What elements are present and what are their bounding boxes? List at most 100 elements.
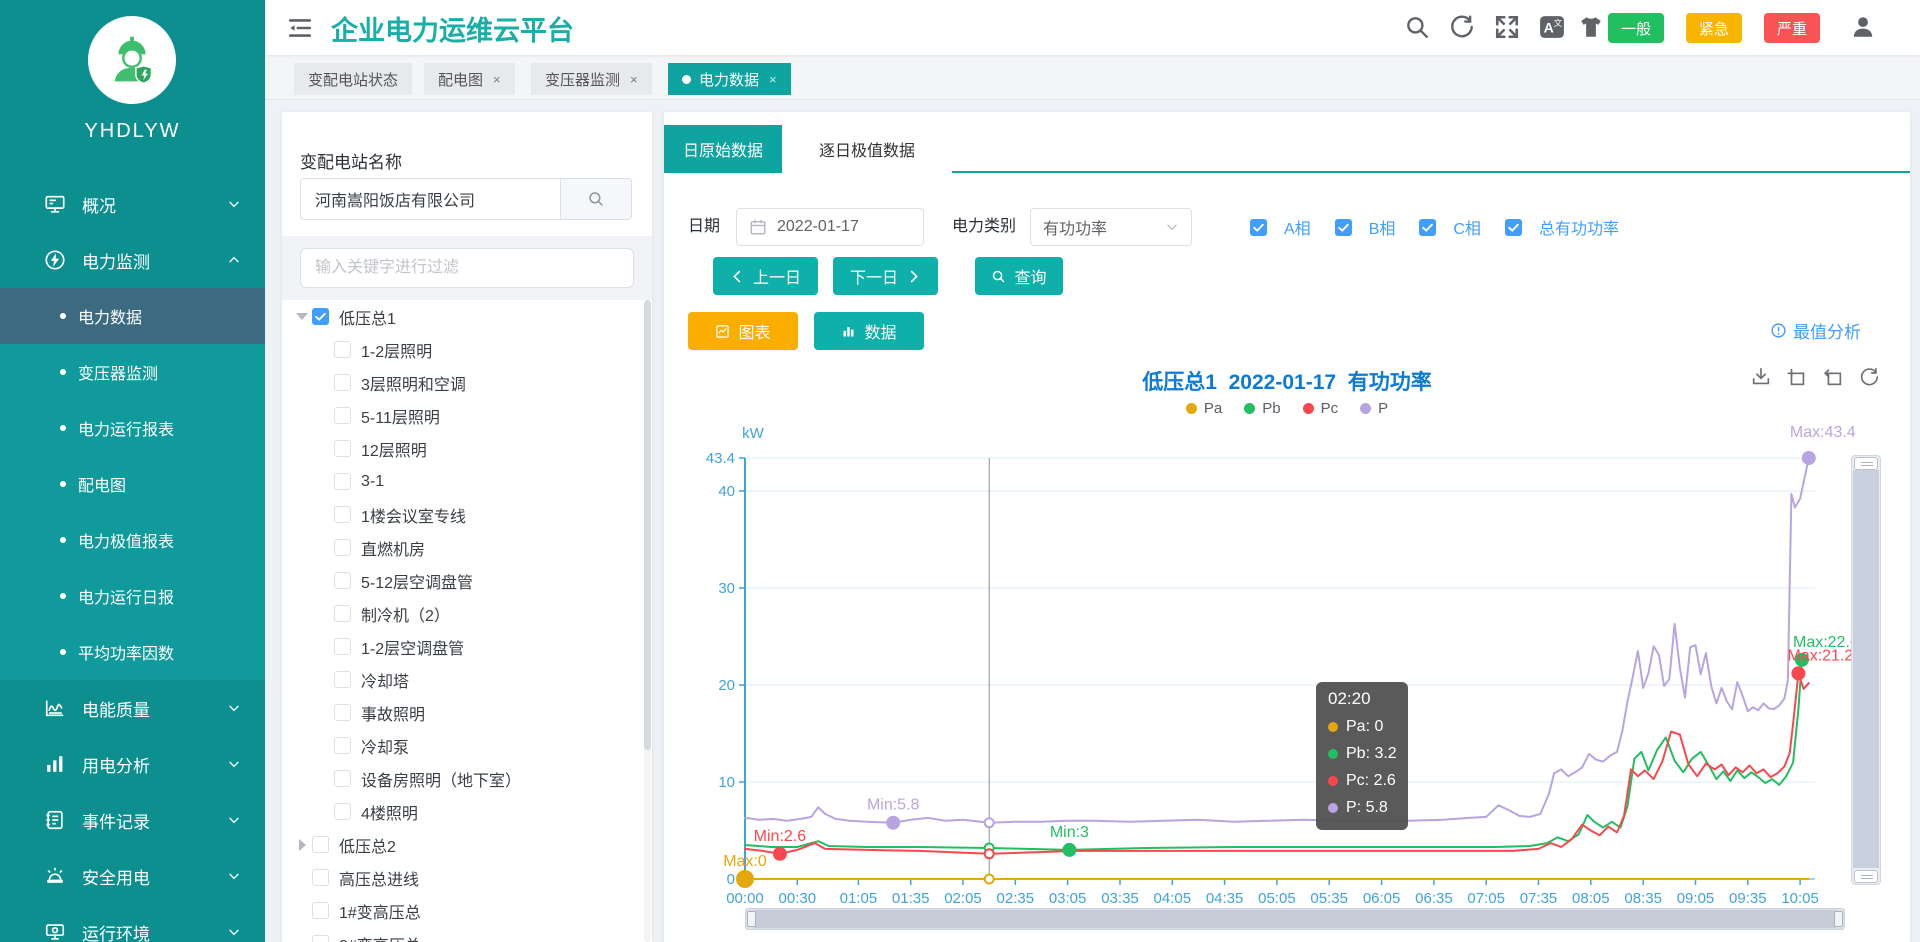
checkbox-unchecked[interactable] <box>334 704 351 721</box>
checkbox-checked[interactable] <box>1505 219 1522 236</box>
tree-node-1#变高压总[interactable]: 1#变高压总 <box>292 894 636 927</box>
checkbox-checked[interactable] <box>1250 219 1267 236</box>
tree-node-3-1[interactable]: 3-1 <box>292 465 636 498</box>
tree-node-4楼照明[interactable]: 4楼照明 <box>292 795 636 828</box>
tree-node-5-12层空调盘管[interactable]: 5-12层空调盘管 <box>292 564 636 597</box>
sidebar-subitem-变压器监测[interactable]: 变压器监测 <box>0 344 265 400</box>
sidebar-item-概况[interactable]: 概况 <box>0 176 265 232</box>
tree-node-直燃机房[interactable]: 直燃机房 <box>292 531 636 564</box>
tree-node-冷却塔[interactable]: 冷却塔 <box>292 663 636 696</box>
caret-down-icon[interactable] <box>292 313 312 320</box>
tree-node-1-2层空调盘管[interactable]: 1-2层空调盘管 <box>292 630 636 663</box>
checkbox-unchecked[interactable] <box>334 473 351 490</box>
tree-node-事故照明[interactable]: 事故照明 <box>292 696 636 729</box>
caret-right-icon[interactable] <box>292 839 312 851</box>
tree-scrollbar-thumb[interactable] <box>644 300 651 750</box>
tree-filter-input[interactable] <box>300 248 634 288</box>
checkbox-checked[interactable] <box>312 308 329 325</box>
chart-view-button[interactable]: 图表 <box>688 312 798 350</box>
refresh-chart-icon[interactable] <box>1858 366 1880 388</box>
data-view-button[interactable]: 数据 <box>814 312 924 350</box>
legend-item-P[interactable]: P <box>1360 400 1388 417</box>
checkbox-unchecked[interactable] <box>334 374 351 391</box>
window-tab-电力数据[interactable]: 电力数据× <box>668 63 791 95</box>
y-datazoom-handle-top[interactable] <box>1854 457 1878 470</box>
checkbox-unchecked[interactable] <box>334 506 351 523</box>
tree-node-冷却泵[interactable]: 冷却泵 <box>292 729 636 762</box>
checkbox-unchecked[interactable] <box>334 605 351 622</box>
extreme-analysis-link[interactable]: 最值分析 <box>1770 318 1861 343</box>
window-tab-变压器监测[interactable]: 变压器监测× <box>531 63 652 95</box>
menu-collapse-icon[interactable] <box>287 15 313 39</box>
tree-node-制冷机（2）[interactable]: 制冷机（2） <box>292 597 636 630</box>
query-button[interactable]: 查询 <box>975 257 1063 295</box>
checkbox-unchecked[interactable] <box>334 737 351 754</box>
phase-checkbox-C相[interactable]: C相 <box>1419 215 1481 239</box>
tree-node-2#变高压总[interactable]: 2#变高压总 <box>292 927 636 942</box>
alarm-badge-严重[interactable]: 严重 <box>1764 13 1820 43</box>
close-tab-icon[interactable]: × <box>769 72 777 87</box>
tree-node-设备房照明（地下室）[interactable]: 设备房照明（地下室） <box>292 762 636 795</box>
refresh-icon[interactable] <box>1449 14 1475 40</box>
checkbox-unchecked[interactable] <box>334 407 351 424</box>
alarm-badge-一般[interactable]: 一般 <box>1608 13 1664 43</box>
tab-daily-raw-data[interactable]: 日原始数据 <box>664 125 782 173</box>
checkbox-checked[interactable] <box>1335 219 1352 236</box>
sidebar-item-电力监测[interactable]: 电力监测 <box>0 232 265 288</box>
y-datazoom-fill[interactable] <box>1853 470 1879 868</box>
window-tab-配电图[interactable]: 配电图× <box>424 63 515 95</box>
sidebar-item-安全用电[interactable]: 安全用电 <box>0 848 265 904</box>
tab-daily-extreme-data[interactable]: 逐日极值数据 <box>782 125 952 173</box>
tree-node-1楼会议室专线[interactable]: 1楼会议室专线 <box>292 498 636 531</box>
phase-checkbox-总有功功率[interactable]: 总有功功率 <box>1505 215 1619 239</box>
tree-node-1-2层照明[interactable]: 1-2层照明 <box>292 333 636 366</box>
checkbox-unchecked[interactable] <box>334 671 351 688</box>
sidebar-item-事件记录[interactable]: 事件记录 <box>0 792 265 848</box>
datazoom-select-icon[interactable] <box>1786 366 1808 388</box>
checkbox-unchecked[interactable] <box>312 836 329 853</box>
sidebar-subitem-电力运行报表[interactable]: 电力运行报表 <box>0 400 265 456</box>
station-name-input[interactable] <box>300 178 560 220</box>
checkbox-unchecked[interactable] <box>334 770 351 787</box>
tree-node-3层照明和空调[interactable]: 3层照明和空调 <box>292 366 636 399</box>
datazoom-restore-icon[interactable] <box>1822 366 1844 388</box>
next-day-button[interactable]: 下一日 <box>833 257 938 295</box>
x-datazoom-fill[interactable] <box>754 910 1836 928</box>
y-datazoom-slider[interactable] <box>1851 455 1881 885</box>
checkbox-checked[interactable] <box>1419 219 1436 236</box>
checkbox-unchecked[interactable] <box>334 572 351 589</box>
x-datazoom-handle-left[interactable] <box>747 911 756 927</box>
prev-day-button[interactable]: 上一日 <box>713 257 818 295</box>
legend-item-Pc[interactable]: Pc <box>1303 400 1339 417</box>
window-tab-变配电站状态[interactable]: 变配电站状态 <box>294 63 412 95</box>
translate-icon[interactable]: A文 <box>1539 14 1565 40</box>
close-tab-icon[interactable]: × <box>493 72 501 87</box>
phase-checkbox-B相[interactable]: B相 <box>1335 215 1396 239</box>
user-icon[interactable] <box>1850 14 1876 40</box>
phase-checkbox-A相[interactable]: A相 <box>1250 215 1311 239</box>
sidebar-subitem-电力数据[interactable]: 电力数据 <box>0 288 265 344</box>
tree-node-低压总2[interactable]: 低压总2 <box>292 828 636 861</box>
x-datazoom-handle-right[interactable] <box>1834 911 1843 927</box>
search-icon[interactable] <box>1404 14 1430 40</box>
close-tab-icon[interactable]: × <box>630 72 638 87</box>
checkbox-unchecked[interactable] <box>334 638 351 655</box>
checkbox-unchecked[interactable] <box>312 902 329 919</box>
theme-shirt-icon[interactable] <box>1578 14 1604 40</box>
checkbox-unchecked[interactable] <box>312 869 329 886</box>
station-search-button[interactable] <box>560 178 632 220</box>
x-datazoom-slider[interactable] <box>745 908 1845 930</box>
sidebar-item-运行环境[interactable]: 运行环境 <box>0 904 265 942</box>
sidebar-item-电能质量[interactable]: 电能质量 <box>0 680 265 736</box>
checkbox-unchecked[interactable] <box>334 539 351 556</box>
checkbox-unchecked[interactable] <box>334 440 351 457</box>
sidebar-subitem-电力极值报表[interactable]: 电力极值报表 <box>0 512 265 568</box>
tree-node-高压总进线[interactable]: 高压总进线 <box>292 861 636 894</box>
fullscreen-icon[interactable] <box>1494 14 1520 40</box>
checkbox-unchecked[interactable] <box>334 803 351 820</box>
legend-item-Pb[interactable]: Pb <box>1244 400 1280 417</box>
save-image-icon[interactable] <box>1750 366 1772 388</box>
line-chart[interactable]: kW01020304043.400:0000:3001:0501:3502:05… <box>664 420 1910 942</box>
date-picker[interactable]: 2022-01-17 <box>736 208 924 246</box>
y-datazoom-handle-bottom[interactable] <box>1854 870 1878 883</box>
